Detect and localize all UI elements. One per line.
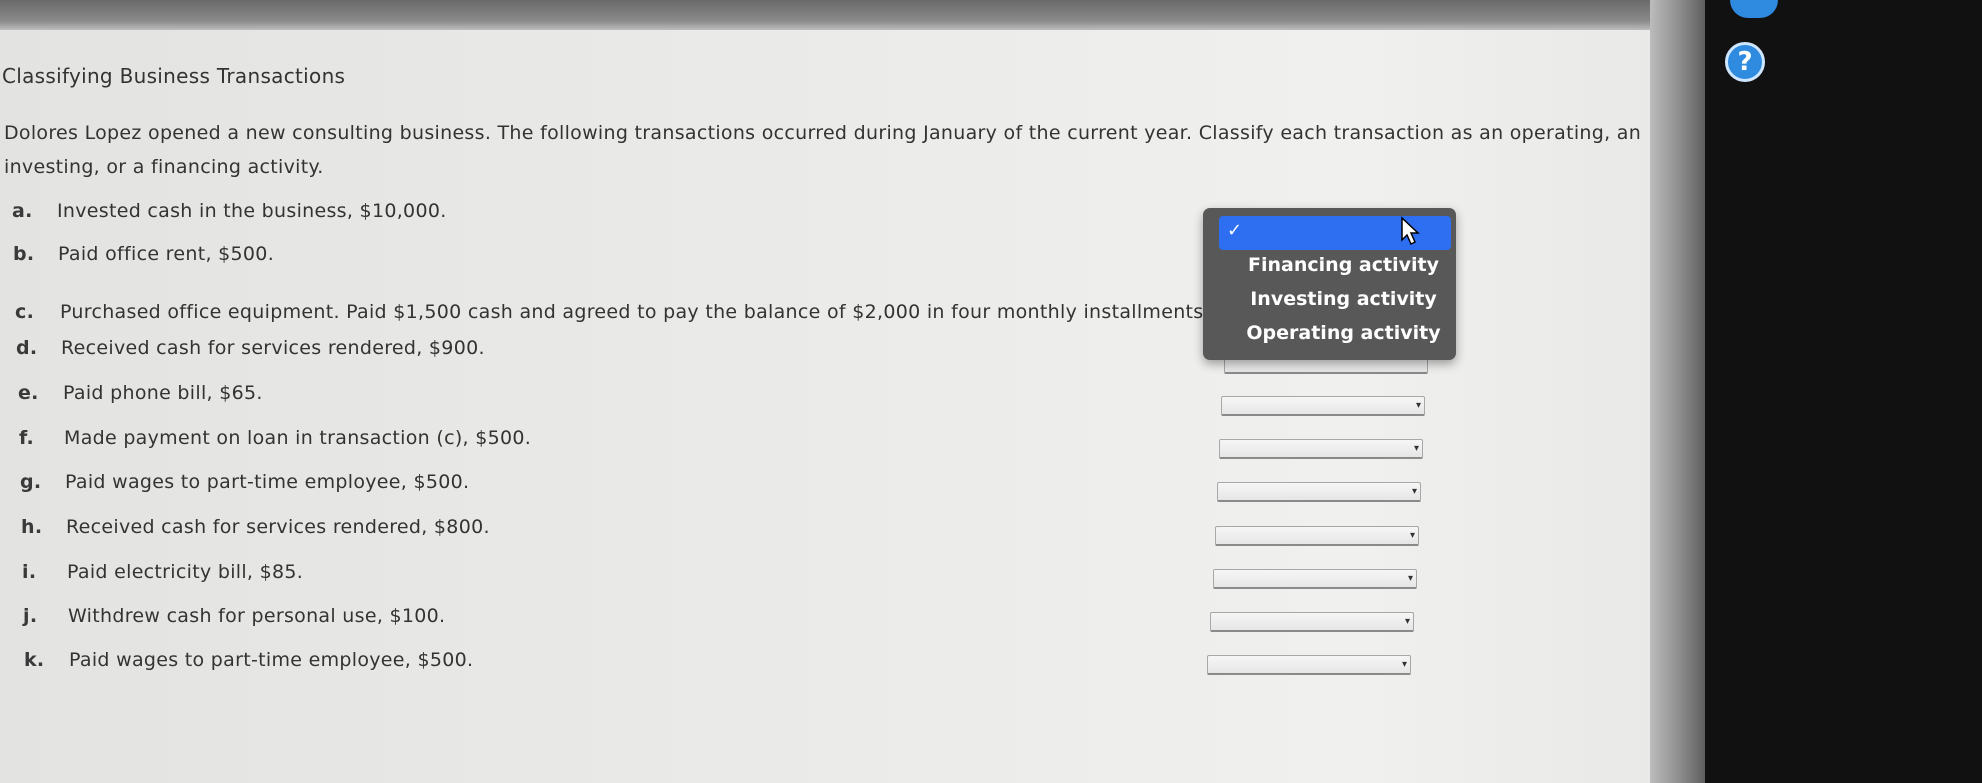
answer-select-i[interactable]: ▾ bbox=[1213, 569, 1417, 589]
chevron-down-icon: ▾ bbox=[1415, 400, 1421, 411]
answer-select-f[interactable]: ▾ bbox=[1219, 439, 1423, 459]
transaction-text: Paid office rent, $500. bbox=[58, 243, 275, 265]
page-title: Classifying Business Transactions bbox=[2, 64, 346, 88]
transaction-letter: d. bbox=[16, 337, 38, 359]
transaction-text: Paid wages to part-time employee, $500. bbox=[65, 471, 470, 493]
chevron-down-icon: ▾ bbox=[1413, 443, 1419, 454]
transaction-letter: b. bbox=[13, 243, 35, 265]
transaction-letter: e. bbox=[18, 382, 39, 404]
transaction-letter: f. bbox=[19, 427, 35, 449]
transaction-text: Paid wages to part-time employee, $500. bbox=[69, 649, 474, 671]
transaction-letter: a. bbox=[12, 200, 33, 222]
transaction-letter: g. bbox=[20, 471, 42, 493]
dropdown-option-investing[interactable]: Investing activity bbox=[1203, 288, 1456, 310]
help-icon[interactable]: ? bbox=[1725, 42, 1765, 82]
chevron-down-icon: ▾ bbox=[1401, 659, 1407, 670]
dropdown-option-operating[interactable]: Operating activity bbox=[1203, 322, 1456, 344]
answer-select-k[interactable]: ▾ bbox=[1207, 655, 1411, 675]
transaction-text: Received cash for services rendered, $80… bbox=[66, 516, 490, 538]
transaction-text: Made payment on loan in transaction (c),… bbox=[64, 427, 532, 449]
answer-select-j[interactable]: ▾ bbox=[1210, 612, 1414, 632]
checkmark-icon: ✓ bbox=[1227, 220, 1243, 241]
transaction-letter: k. bbox=[24, 649, 45, 671]
transaction-text: Purchased office equipment. Paid $1,500 … bbox=[60, 301, 1210, 323]
answer-select-h[interactable]: ▾ bbox=[1215, 526, 1419, 546]
chevron-down-icon: ▾ bbox=[1411, 486, 1417, 497]
transaction-letter: j. bbox=[23, 605, 38, 627]
transaction-letter: i. bbox=[22, 561, 37, 583]
arrow-cursor-icon bbox=[1401, 216, 1420, 246]
chevron-down-icon: ▾ bbox=[1409, 530, 1415, 541]
chevron-down-icon: ▾ bbox=[1407, 573, 1413, 584]
answer-select-e[interactable]: ▾ bbox=[1221, 396, 1425, 416]
transaction-text: Withdrew cash for personal use, $100. bbox=[68, 605, 446, 627]
instructions: Dolores Lopez opened a new consulting bu… bbox=[4, 122, 1642, 178]
offscreen-area bbox=[1705, 0, 1982, 783]
transaction-text: Paid electricity bill, $85. bbox=[67, 561, 304, 583]
transaction-text: Invested cash in the business, $10,000. bbox=[57, 200, 447, 222]
dropdown-option-financing[interactable]: Financing activity bbox=[1203, 254, 1456, 276]
transaction-text: Received cash for services rendered, $90… bbox=[61, 337, 485, 359]
transaction-letter: c. bbox=[15, 301, 35, 323]
transaction-letter: h. bbox=[21, 516, 43, 538]
transaction-text: Paid phone bill, $65. bbox=[63, 382, 263, 404]
screen: ? Classifying Business Transactions Dolo… bbox=[0, 0, 1982, 783]
window-top-bar bbox=[0, 0, 1700, 30]
chevron-down-icon: ▾ bbox=[1404, 616, 1410, 627]
answer-select-g[interactable]: ▾ bbox=[1217, 482, 1421, 502]
